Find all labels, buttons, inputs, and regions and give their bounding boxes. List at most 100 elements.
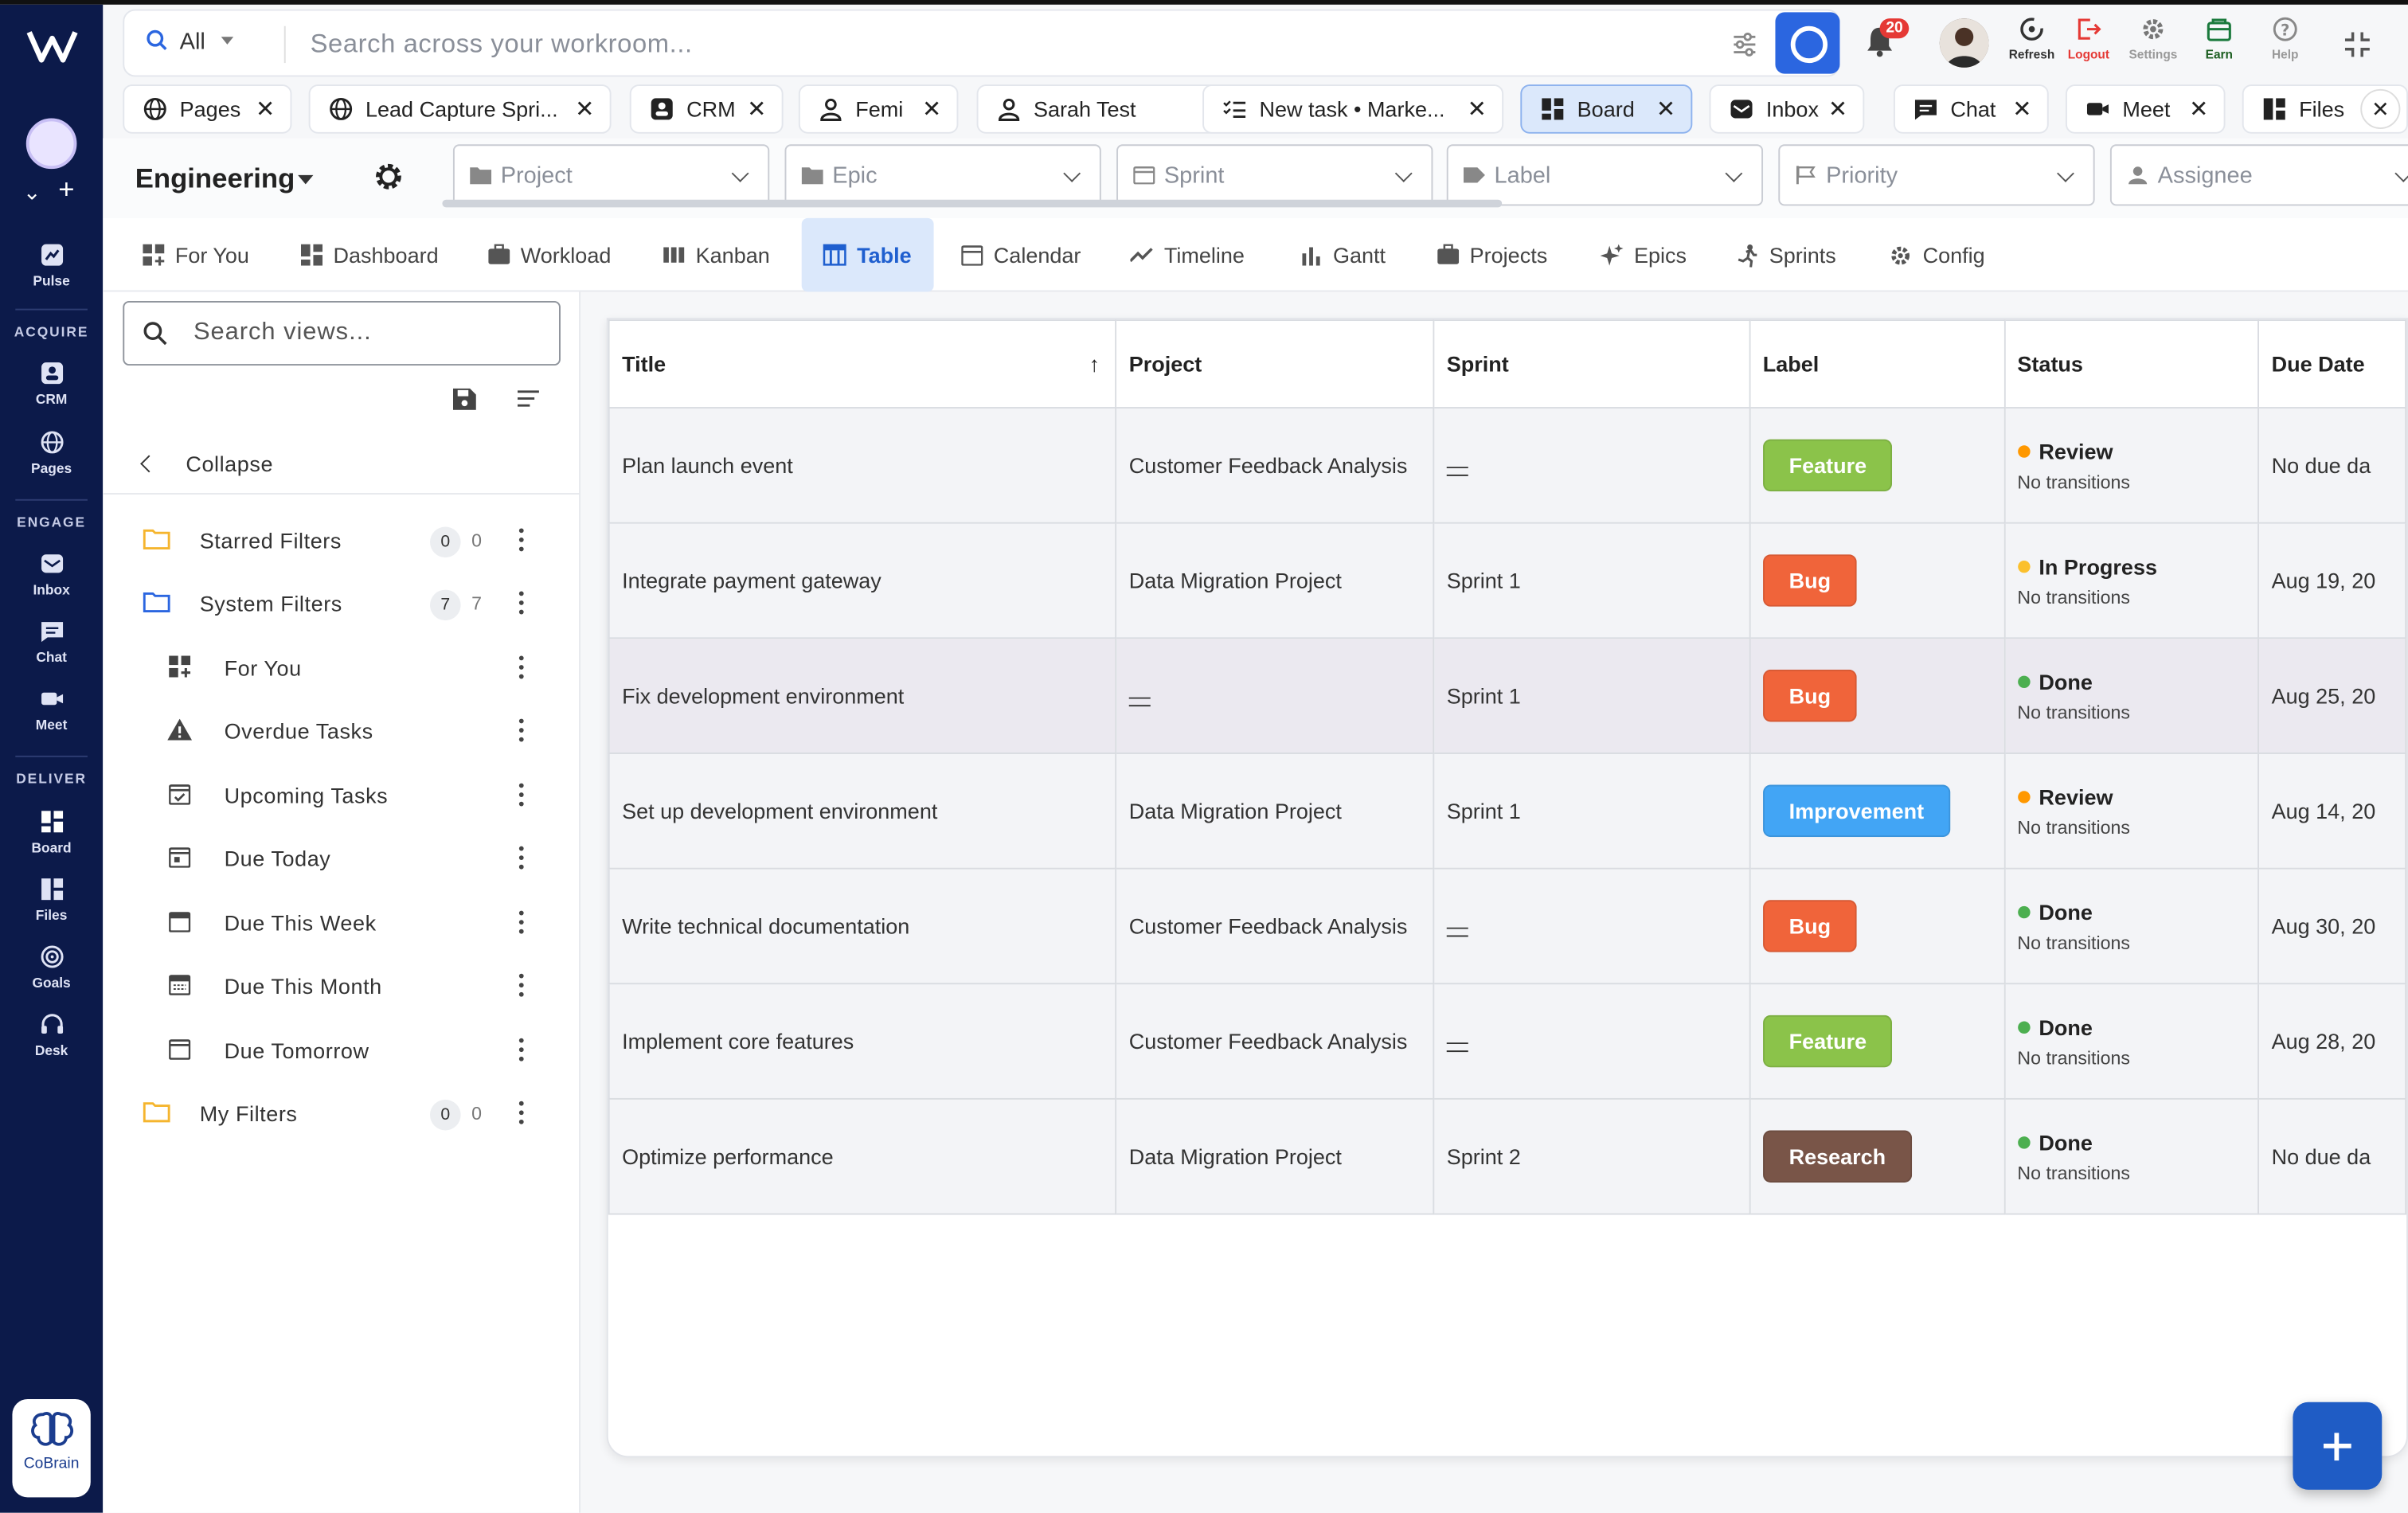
close-all-tabs-button[interactable]: ✕ xyxy=(2360,88,2401,130)
table-row[interactable]: Plan launch event Customer Feedback Analy… xyxy=(608,407,2407,524)
column-header-project[interactable]: Project xyxy=(1115,319,1435,409)
more-options-icon[interactable] xyxy=(518,718,526,744)
filter-overdue-tasks[interactable]: Overdue Tasks xyxy=(103,700,580,763)
close-icon[interactable]: ✕ xyxy=(1468,96,1487,123)
nav-timeline[interactable]: Timeline xyxy=(1130,218,1245,292)
table-row[interactable]: Write technical documentation Customer Fe… xyxy=(608,867,2407,985)
priority-filter[interactable]: Priority xyxy=(1778,144,2095,206)
tab-lead-capture[interactable]: Lead Capture Spri... ✕ xyxy=(308,84,612,134)
cell-project[interactable]: Data Migration Project xyxy=(1115,1097,1435,1215)
nav-config[interactable]: Config xyxy=(1889,218,1985,292)
sort-lines-icon[interactable] xyxy=(517,390,539,407)
close-icon[interactable]: ✕ xyxy=(575,96,594,123)
label-chip[interactable]: Bug xyxy=(1762,900,1857,952)
more-options-icon[interactable] xyxy=(518,1101,526,1126)
filter-upcoming-tasks[interactable]: Upcoming Tasks xyxy=(103,764,580,827)
table-row[interactable]: Optimize performance Data Migration Proje… xyxy=(608,1097,2407,1215)
table-row[interactable]: Set up development environment Data Migra… xyxy=(608,753,2407,870)
chevron-down-icon[interactable]: ⌄ xyxy=(23,180,41,206)
rail-item-goals[interactable]: Goals xyxy=(0,944,103,991)
table-row[interactable]: Implement core features Customer Feedback… xyxy=(608,983,2407,1100)
table-row[interactable]: Integrate payment gateway Data Migration … xyxy=(608,522,2407,639)
filter-for-you[interactable]: For You xyxy=(103,637,580,700)
settings-button[interactable]: Settings xyxy=(2122,15,2183,61)
nav-for-you[interactable]: For You xyxy=(143,218,249,292)
label-filter[interactable]: Label xyxy=(1446,144,1764,206)
nav-gantt[interactable]: Gantt xyxy=(1301,218,1386,292)
cell-title[interactable]: Set up development environment xyxy=(608,753,1117,870)
rail-item-chat[interactable]: Chat xyxy=(0,619,103,665)
more-options-icon[interactable] xyxy=(518,910,526,936)
epic-filter[interactable]: Epic xyxy=(784,144,1101,206)
add-workspace-icon[interactable]: + xyxy=(58,174,74,206)
label-chip[interactable]: Research xyxy=(1762,1130,1912,1183)
cell-status[interactable]: Review No transitions xyxy=(2003,407,2260,524)
label-chip[interactable]: Bug xyxy=(1762,669,1857,722)
cell-due-date[interactable]: Aug 14, 20 xyxy=(2258,753,2407,870)
workspace-avatar[interactable] xyxy=(25,118,77,170)
cell-due-date[interactable]: Aug 25, 20 xyxy=(2258,637,2407,754)
close-icon[interactable]: ✕ xyxy=(2012,96,2031,123)
filter-group-system[interactable]: System Filters 7 7 xyxy=(103,573,580,635)
collapse-button[interactable]: Collapse xyxy=(103,433,581,495)
cell-status[interactable]: Review No transitions xyxy=(2003,753,2260,870)
nav-kanban[interactable]: Kanban xyxy=(663,218,770,292)
label-chip[interactable]: Improvement xyxy=(1762,784,1950,838)
tab-chat[interactable]: Chat ✕ xyxy=(1893,84,2049,134)
search-scope-select[interactable]: All xyxy=(146,29,233,55)
workspace-selector[interactable]: Engineering xyxy=(135,162,295,195)
cell-project[interactable]: Customer Feedback Analysis xyxy=(1115,407,1435,524)
earn-button[interactable]: Earn xyxy=(2188,15,2250,61)
cell-label[interactable]: Bug xyxy=(1749,522,2005,639)
cell-title[interactable]: Plan launch event xyxy=(608,407,1117,524)
label-chip[interactable]: Feature xyxy=(1762,1015,1893,1068)
cell-title[interactable]: Fix development environment xyxy=(608,637,1117,754)
close-icon[interactable]: ✕ xyxy=(1828,96,1847,123)
cell-title[interactable]: Optimize performance xyxy=(608,1097,1117,1215)
cell-due-date[interactable]: Aug 19, 20 xyxy=(2258,522,2407,639)
cell-sprint[interactable]: — xyxy=(1433,867,1751,985)
rail-item-inbox[interactable]: Inbox xyxy=(0,551,103,597)
filter-due-this-month[interactable]: Due This Month xyxy=(103,956,580,1018)
rail-item-crm[interactable]: CRM xyxy=(0,361,103,407)
views-search[interactable]: Search views... xyxy=(123,301,561,366)
cell-project[interactable]: — xyxy=(1115,637,1435,754)
cell-label[interactable]: Feature xyxy=(1749,983,2005,1100)
cell-project[interactable]: Data Migration Project xyxy=(1115,522,1435,639)
user-avatar[interactable] xyxy=(1939,18,1989,68)
cell-status[interactable]: Done No transitions xyxy=(2003,867,2260,985)
workspace-settings-icon[interactable] xyxy=(372,160,405,194)
cell-title[interactable]: Integrate payment gateway xyxy=(608,522,1117,639)
more-options-icon[interactable] xyxy=(518,846,526,871)
cell-due-date[interactable]: No due da xyxy=(2258,407,2407,524)
column-header-label[interactable]: Label xyxy=(1749,319,2005,409)
filter-group-starred[interactable]: Starred Filters 0 0 xyxy=(103,510,580,573)
collapse-fullscreen-icon[interactable] xyxy=(2344,31,2371,59)
filter-due-today[interactable]: Due Today xyxy=(103,828,580,891)
cell-due-date[interactable]: No due da xyxy=(2258,1097,2407,1215)
cell-status[interactable]: In Progress No transitions xyxy=(2003,522,2260,639)
label-chip[interactable]: Feature xyxy=(1762,439,1893,492)
add-task-button[interactable] xyxy=(2293,1402,2383,1490)
nav-dashboard[interactable]: Dashboard xyxy=(301,218,439,292)
tune-icon[interactable] xyxy=(1731,31,1759,59)
column-header-title[interactable]: Title ↑ xyxy=(608,319,1117,409)
tab-pages[interactable]: Pages ✕ xyxy=(123,84,292,134)
cell-sprint[interactable]: Sprint 1 xyxy=(1433,753,1751,870)
nav-table[interactable]: Table xyxy=(801,217,933,292)
close-icon[interactable]: ✕ xyxy=(747,96,766,123)
tab-inbox[interactable]: Inbox ✕ xyxy=(1709,84,1865,134)
tab-crm[interactable]: CRM ✕ xyxy=(629,84,784,134)
filter-group-my-filters[interactable]: My Filters 0 0 xyxy=(103,1083,580,1146)
cell-status[interactable]: Done No transitions xyxy=(2003,983,2260,1100)
nav-workload[interactable]: Workload xyxy=(488,218,611,292)
sort-ascending-icon[interactable]: ↑ xyxy=(1089,352,1100,377)
rail-item-pages[interactable]: Pages xyxy=(0,430,103,476)
rail-item-board[interactable]: Board xyxy=(0,796,103,871)
nav-calendar[interactable]: Calendar xyxy=(961,218,1081,292)
table-row[interactable]: Fix development environment — Sprint 1 Bug D… xyxy=(608,637,2407,754)
nav-sprints[interactable]: Sprints xyxy=(1737,218,1836,292)
search-submit-button[interactable] xyxy=(1775,12,1840,74)
cell-project[interactable]: Data Migration Project xyxy=(1115,753,1435,870)
search-input[interactable]: Search across your workroom... xyxy=(311,29,693,61)
